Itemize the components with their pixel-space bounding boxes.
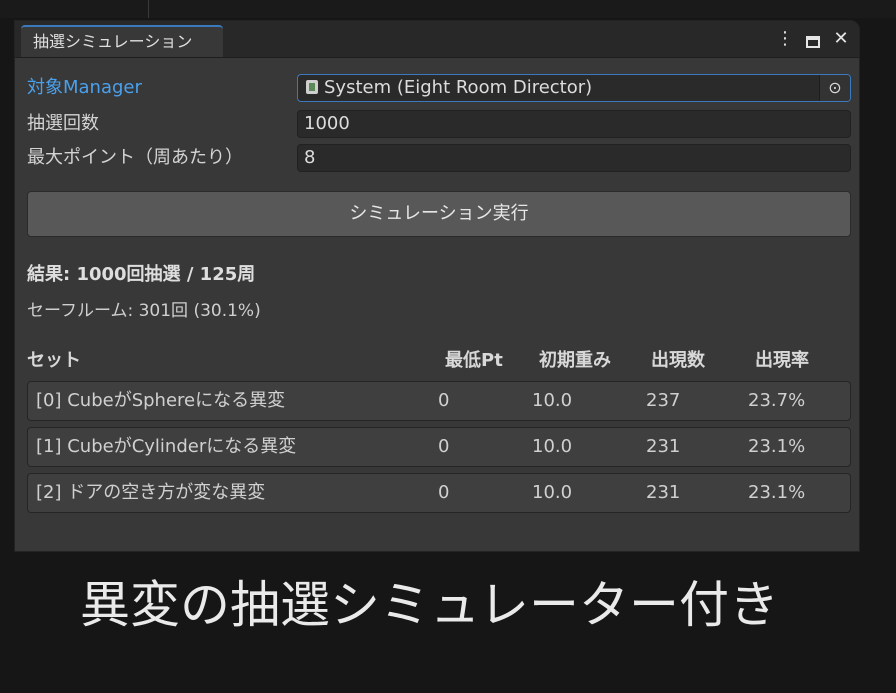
cell-rate: 23.1%	[748, 482, 806, 503]
draw-count-label: 抽選回数	[27, 113, 99, 134]
tab-bar: 抽選シミュレーション ⋮ ✕	[15, 21, 859, 58]
header-appearances: 出現数	[651, 350, 705, 371]
header-initial-weight: 初期重み	[539, 350, 611, 371]
max-points-input[interactable]: 8	[297, 144, 851, 172]
header-set: セット	[27, 350, 81, 371]
cell-rate: 23.7%	[748, 390, 806, 411]
header-rate: 出現率	[755, 350, 809, 371]
cell-appearances: 231	[646, 482, 681, 503]
cell-initial-weight: 10.0	[532, 482, 573, 503]
table-row: [0] CubeがSphereになる異変 0 10.0 237 23.7%	[27, 381, 851, 421]
cell-initial-weight: 10.0	[532, 390, 573, 411]
max-points-row: 最大ポイント（周あたり） 8	[27, 143, 851, 173]
run-simulation-button[interactable]: シミュレーション実行	[27, 191, 851, 237]
cell-initial-weight: 10.0	[532, 436, 573, 457]
table-row: [1] CubeがCylinderになる異変 0 10.0 231 23.1%	[27, 427, 851, 467]
draw-count-row: 抽選回数 1000	[27, 109, 851, 139]
maximize-icon[interactable]	[803, 30, 823, 48]
window-actions: ⋮ ✕	[775, 27, 851, 51]
editor-window: 抽選シミュレーション ⋮ ✕ 対象Manager System (Eight R…	[14, 20, 860, 552]
safe-room-result: セーフルーム: 301回 (30.1%)	[27, 301, 261, 321]
table-row: [2] ドアの空き方が変な異変 0 10.0 231 23.1%	[27, 473, 851, 513]
gameobject-icon	[306, 80, 318, 94]
close-icon[interactable]: ✕	[831, 27, 851, 51]
object-picker-icon[interactable]: ⊙	[819, 75, 850, 101]
cell-rate: 23.1%	[748, 436, 806, 457]
cell-set: [1] CubeがCylinderになる異変	[36, 436, 297, 457]
header-min-pt: 最低Pt	[445, 350, 503, 371]
cell-min-pt: 0	[438, 482, 450, 503]
tab-lottery-simulation[interactable]: 抽選シミュレーション	[21, 25, 223, 57]
caption-text: 異変の抽選シミュレーター付き	[80, 576, 779, 634]
target-manager-row: 対象Manager System (Eight Room Director) ⊙	[27, 73, 851, 103]
kebab-menu-icon[interactable]: ⋮	[775, 27, 795, 51]
cell-appearances: 237	[646, 390, 681, 411]
cell-set: [2] ドアの空き方が変な異変	[36, 482, 266, 503]
target-manager-value: System (Eight Room Director)	[324, 77, 593, 98]
cell-set: [0] CubeがSphereになる異変	[36, 390, 286, 411]
cell-appearances: 231	[646, 436, 681, 457]
tab-title: 抽選シミュレーション	[33, 32, 193, 51]
panel-divider	[148, 0, 149, 18]
result-summary: 結果: 1000回抽選 / 125周	[27, 264, 256, 285]
max-points-label: 最大ポイント（周あたり）	[27, 147, 243, 168]
target-manager-label: 対象Manager	[27, 77, 142, 98]
cell-min-pt: 0	[438, 436, 450, 457]
cell-min-pt: 0	[438, 390, 450, 411]
target-manager-field[interactable]: System (Eight Room Director) ⊙	[297, 74, 851, 102]
top-strip	[0, 0, 896, 18]
draw-count-input[interactable]: 1000	[297, 110, 851, 138]
